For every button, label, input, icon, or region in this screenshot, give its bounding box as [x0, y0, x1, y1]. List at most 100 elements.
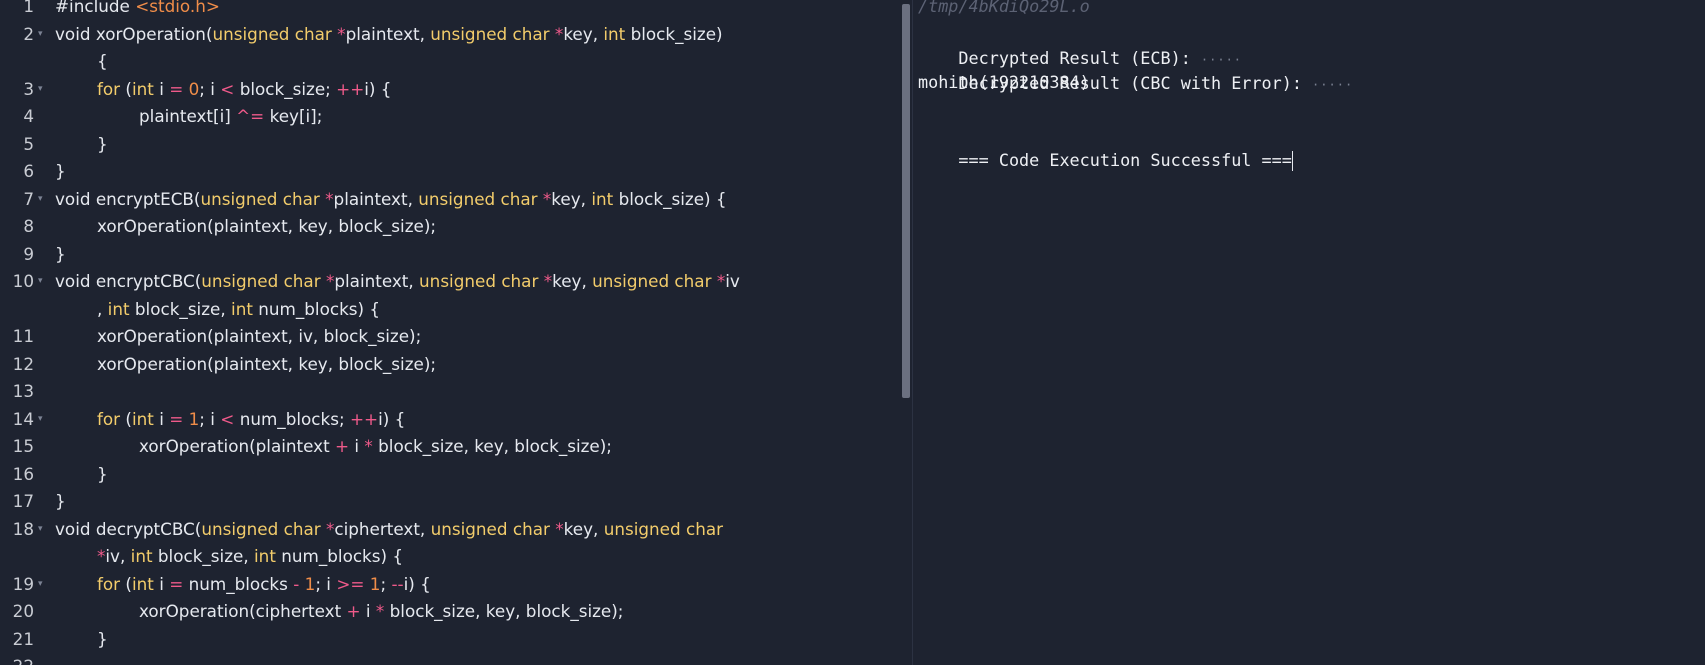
- code-editor[interactable]: 1 #include <stdio.h> 2 ▾ void xorOperation(u…: [0, 0, 900, 665]
- code-token: {: [97, 51, 108, 71]
- code-token: block_size;: [234, 78, 337, 99]
- code-line[interactable]: 15 xorOperation(plaintext + i * block_siz…: [0, 433, 900, 461]
- line-code: xorOperation(plaintext, key, block_size)…: [55, 351, 900, 379]
- line-number: 1: [23, 0, 34, 16]
- fold-chevron-icon[interactable]: ▾: [34, 406, 55, 434]
- code-token: unsigned char: [430, 23, 550, 44]
- code-line[interactable]: 21}: [0, 626, 900, 654]
- code-token: =: [169, 408, 184, 429]
- code-line[interactable]: 16}: [0, 461, 900, 489]
- code-token: #include: [55, 0, 136, 16]
- code-token: i) {: [364, 78, 392, 99]
- code-token: unsigned char: [201, 271, 321, 291]
- code-token: }: [55, 491, 66, 511]
- code-token: xorOperation(ciphertext: [139, 601, 347, 621]
- output-status-line: === Code Execution Successful ===: [918, 120, 1294, 171]
- line-code: xorOperation(plaintext + i * block_size,…: [55, 433, 900, 461]
- code-token: *: [325, 188, 334, 209]
- code-line[interactable]: {: [0, 48, 900, 76]
- code-line[interactable]: 3 ▾ for (int i = 0; i < block_size; ++i) {: [0, 76, 900, 104]
- code-line[interactable]: 14 ▾ for (int i = 1; i < num_blocks; ++i) …: [0, 406, 900, 434]
- fold-chevron-icon[interactable]: ▾: [34, 186, 55, 214]
- code-line[interactable]: 4 plaintext[i] ^= key[i];: [0, 103, 900, 131]
- code-token: void decryptCBC(: [55, 518, 202, 539]
- code-line[interactable]: 9}: [0, 241, 900, 269]
- code-token: key,: [552, 271, 593, 291]
- line-number: 10: [12, 271, 34, 291]
- code-token: <: [220, 408, 235, 429]
- line-code: for (int i = 1; i < num_blocks; ++i) {: [55, 406, 900, 434]
- code-token: ciphertext,: [334, 518, 431, 539]
- code-token: *: [555, 518, 564, 539]
- code-line[interactable]: 22: [0, 653, 900, 665]
- code-token: unsigned char: [592, 271, 712, 291]
- code-line[interactable]: 18 ▾ void decryptCBC(unsigned char * cipher…: [0, 516, 900, 544]
- line-code: xorOperation(plaintext, key, block_size)…: [55, 213, 900, 241]
- code-token: ++: [336, 78, 365, 99]
- code-line[interactable]: 13: [0, 378, 900, 406]
- code-lines[interactable]: 1 #include <stdio.h> 2 ▾ void xorOperation(u…: [0, 0, 900, 665]
- code-token: i) {: [403, 573, 431, 594]
- line-code: {: [55, 48, 900, 76]
- code-line[interactable]: *iv, int block_size, int num_blocks) {: [0, 543, 900, 571]
- line-number: 18: [12, 518, 34, 539]
- code-token: +: [335, 436, 350, 456]
- code-line[interactable]: 10 ▾ void encryptCBC(unsigned char *plaint…: [0, 268, 900, 296]
- code-line[interactable]: 17}: [0, 488, 900, 516]
- code-line[interactable]: 5}: [0, 131, 900, 159]
- scrollbar-thumb[interactable]: [902, 4, 910, 398]
- line-code: }: [55, 131, 900, 159]
- code-token: i: [349, 436, 365, 456]
- code-token: int: [131, 408, 154, 429]
- code-token: xorOperation(plaintext: [139, 436, 335, 456]
- fold-chevron-icon[interactable]: ▾: [34, 76, 55, 104]
- code-line[interactable]: 12 xorOperation(plaintext, key, block_siz…: [0, 351, 900, 379]
- code-token: unsigned char: [212, 23, 332, 44]
- code-token: void encryptECB(: [55, 188, 201, 209]
- code-line[interactable]: , int block_size, int num_blocks) {: [0, 296, 900, 324]
- line-number: 4: [23, 106, 34, 126]
- fold-chevron-icon[interactable]: ▾: [34, 571, 55, 599]
- fold-chevron-icon[interactable]: ▾: [34, 21, 55, 49]
- code-token: i: [360, 601, 376, 621]
- fold-chevron-icon[interactable]: ▾: [34, 268, 55, 296]
- code-line[interactable]: 11 xorOperation(plaintext, iv, block_size…: [0, 323, 900, 351]
- code-token: block_size,: [129, 298, 232, 319]
- line-number: 19: [12, 573, 34, 594]
- code-line[interactable]: 6}: [0, 158, 900, 186]
- code-token: for: [97, 78, 121, 99]
- output-line-ecb: Decrypted Result (ECB): ·····: [918, 18, 1242, 68]
- line-code: void encryptECB(unsigned char *plaintext…: [55, 186, 900, 214]
- cbc-result-value: ·····: [1312, 78, 1354, 92]
- line-number: 20: [12, 601, 34, 621]
- code-line[interactable]: 1 #include <stdio.h>: [0, 0, 900, 21]
- code-line[interactable]: 2 ▾ void xorOperation(unsigned char *plain…: [0, 21, 900, 49]
- code-line[interactable]: 7 ▾ void encryptECB(unsigned char *plainte…: [0, 186, 900, 214]
- code-token: *: [337, 23, 346, 44]
- code-token: key,: [563, 518, 604, 539]
- code-line[interactable]: 19 ▾ for (int i = num_blocks - 1; i >= 1; …: [0, 571, 900, 599]
- text-cursor: [1291, 151, 1294, 171]
- code-line[interactable]: 20 xorOperation(ciphertext + i * block_si…: [0, 598, 900, 626]
- editor-scrollbar[interactable]: [900, 0, 912, 665]
- code-line[interactable]: 8 xorOperation(plaintext, key, block_size…: [0, 213, 900, 241]
- output-line-cbc: Decrypted Result (CBC with Error): ·····: [918, 43, 1353, 93]
- fold-chevron-icon[interactable]: ▾: [34, 516, 55, 544]
- output-author-line: mohith(192210384): [918, 72, 1090, 92]
- line-code: }: [55, 488, 900, 516]
- code-token: unsigned char: [201, 518, 321, 539]
- line-number: 22: [0, 653, 34, 665]
- line-code: void encryptCBC(unsigned char *plaintext…: [55, 268, 900, 296]
- code-token: unsigned char: [418, 188, 538, 209]
- code-token: int: [591, 188, 614, 209]
